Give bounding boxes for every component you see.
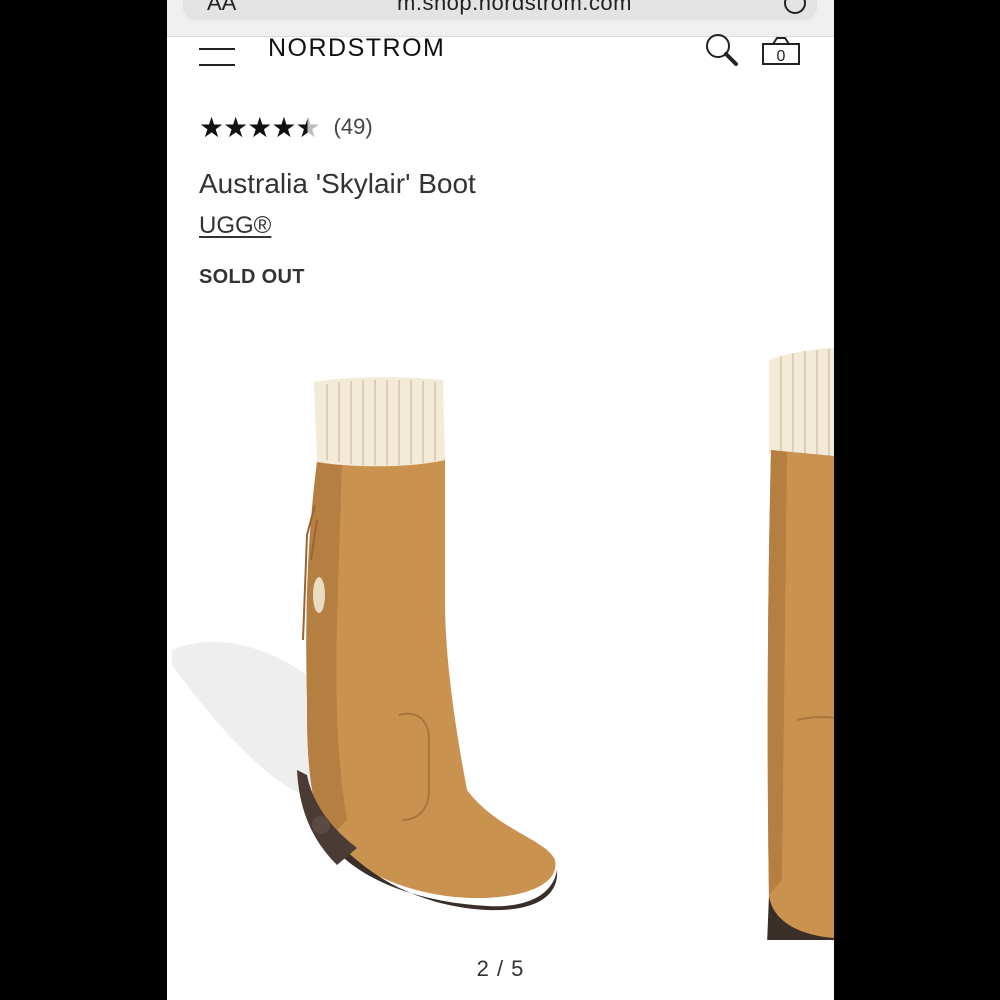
phone-screen: AA m.shop.nordstrom.com NORDSTROM 0 ★★★★…: [167, 0, 834, 1000]
menu-icon[interactable]: [199, 42, 235, 66]
star-icon: ★: [199, 111, 224, 143]
star-icon: ★: [271, 111, 296, 143]
product-image-carousel[interactable]: [167, 320, 834, 940]
product-title: Australia 'Skylair' Boot: [199, 168, 476, 199]
shopping-bag-icon[interactable]: 0: [761, 34, 801, 66]
site-header: NORDSTROM 0: [167, 34, 834, 76]
text-size-button[interactable]: AA: [207, 0, 236, 16]
bag-count: 0: [777, 48, 786, 65]
review-count[interactable]: (49): [334, 114, 373, 140]
brand-link[interactable]: UGG®: [199, 212, 271, 240]
stock-status: SOLD OUT: [199, 266, 305, 288]
product-rating[interactable]: ★★★★★ (49): [199, 111, 373, 144]
rating-stars: ★★★★★: [199, 111, 321, 144]
site-logo[interactable]: NORDSTROM: [268, 34, 445, 63]
url-text[interactable]: m.shop.nordstrom.com: [397, 0, 632, 16]
star-half-icon: ★: [295, 111, 320, 143]
main-boot-image: [172, 377, 558, 911]
image-pager: 2 / 5: [476, 956, 525, 981]
star-icon: ★: [223, 111, 248, 143]
next-boot-image-preview: [767, 348, 834, 940]
star-icon: ★: [247, 111, 272, 143]
search-icon[interactable]: [703, 32, 743, 68]
